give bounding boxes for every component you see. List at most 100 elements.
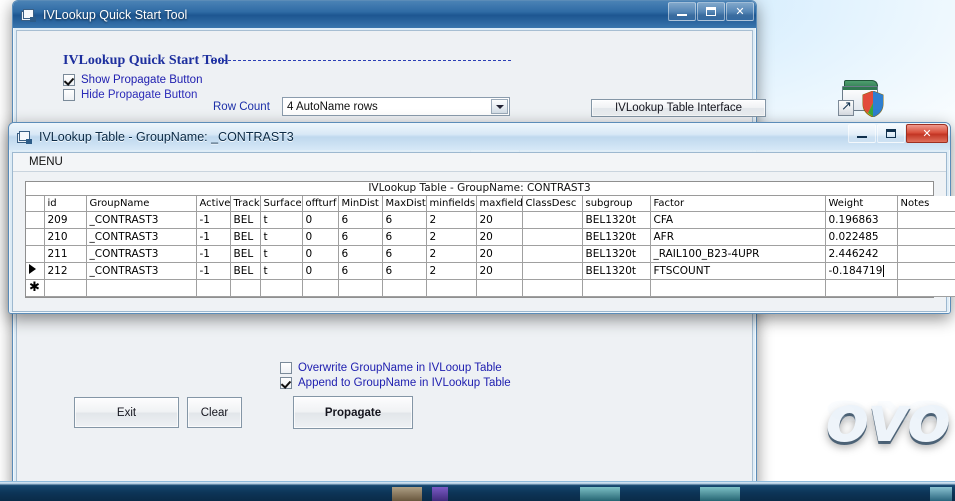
cell-notes[interactable] — [897, 279, 955, 297]
cell-id[interactable] — [44, 279, 87, 297]
cell-factor[interactable]: _RAIL100_B23-4UPR — [650, 245, 826, 263]
new-row-selector[interactable]: ✱ — [26, 279, 45, 297]
main-window-titlebar[interactable]: IVLookup Quick Start Tool ✕ — [13, 1, 756, 28]
cell-maxdist[interactable]: 6 — [382, 228, 427, 246]
data-grid[interactable]: IVLookup Table - GroupName: CONTRAST3 id… — [25, 181, 955, 298]
minimize-button[interactable] — [848, 124, 876, 143]
cell-mindist[interactable]: 6 — [338, 211, 383, 229]
col-header-maxfield[interactable]: maxfield — [476, 196, 523, 212]
row-selector[interactable] — [26, 228, 45, 246]
cell-id[interactable]: 212 — [44, 262, 87, 280]
cell-id[interactable]: 210 — [44, 228, 87, 246]
cell-minfields[interactable]: 2 — [426, 228, 477, 246]
hide-propagate-checkbox-row[interactable]: Hide Propagate Button — [63, 89, 228, 101]
cell-maxdist[interactable]: 6 — [382, 245, 427, 263]
table-row[interactable]: 209 _CONTRAST3 -1 BEL t 0 6 6 2 20 BEL13… — [26, 211, 955, 229]
cell-minfields[interactable]: 2 — [426, 245, 477, 263]
col-header-id[interactable]: id — [44, 196, 87, 212]
cell-factor[interactable]: FTSCOUNT — [650, 262, 826, 280]
col-header-offturf[interactable]: offturf — [302, 196, 339, 212]
cell-minfields[interactable]: 2 — [426, 211, 477, 229]
cell-id[interactable]: 209 — [44, 211, 87, 229]
row-count-combobox[interactable]: 4 AutoName rows — [282, 97, 510, 116]
cell-track[interactable] — [230, 279, 261, 297]
menu-item-menu[interactable]: MENU — [23, 155, 69, 169]
table-row[interactable]: 211 _CONTRAST3 -1 BEL t 0 6 6 2 20 BEL13… — [26, 245, 955, 263]
overwrite-checkbox-row[interactable]: Overwrite GroupName in IVLooup Table — [280, 362, 511, 374]
cell-notes[interactable] — [897, 228, 955, 246]
cell-mindist[interactable]: 6 — [338, 228, 383, 246]
maximize-button[interactable] — [877, 124, 905, 143]
cell-classdesc[interactable] — [522, 228, 583, 246]
cell-offturf[interactable] — [302, 279, 339, 297]
col-header-factor[interactable]: Factor — [650, 196, 826, 212]
append-groupname-checkbox[interactable] — [280, 377, 292, 389]
cell-surface[interactable]: t — [260, 211, 303, 229]
cell-maxdist[interactable]: 6 — [382, 211, 427, 229]
cell-active[interactable]: -1 — [196, 262, 231, 280]
cell-weight[interactable] — [825, 279, 898, 297]
cell-track[interactable]: BEL — [230, 228, 261, 246]
cell-minfields[interactable] — [426, 279, 477, 297]
col-header-active[interactable]: Active — [196, 196, 231, 212]
table-window-titlebar[interactable]: IVLookup Table - GroupName: _CONTRAST3 ✕ — [9, 123, 950, 150]
cell-notes[interactable] — [897, 262, 955, 280]
col-header-groupname[interactable]: GroupName — [86, 196, 197, 212]
cell-maxdist[interactable]: 6 — [382, 262, 427, 280]
cell-offturf[interactable]: 0 — [302, 228, 339, 246]
cell-classdesc[interactable] — [522, 279, 583, 297]
cell-subgroup[interactable]: BEL1320t — [582, 211, 651, 229]
ivlookup-table-interface-button[interactable]: IVLookup Table Interface — [591, 99, 766, 117]
cell-minfields[interactable]: 2 — [426, 262, 477, 280]
table-window-controls[interactable]: ✕ — [847, 124, 948, 143]
taskbar-item-4[interactable] — [700, 487, 740, 501]
cell-track[interactable]: BEL — [230, 245, 261, 263]
minimize-button[interactable] — [668, 2, 696, 21]
row-selector-current[interactable] — [26, 262, 45, 280]
col-header-mindist[interactable]: MinDist — [338, 196, 383, 212]
show-propagate-checkbox[interactable] — [63, 74, 75, 86]
cell-classdesc[interactable] — [522, 262, 583, 280]
cell-subgroup[interactable]: BEL1320t — [582, 228, 651, 246]
cell-groupname[interactable]: _CONTRAST3 — [86, 228, 197, 246]
ivlookup-table-window[interactable]: IVLookup Table - GroupName: _CONTRAST3 ✕… — [8, 122, 955, 314]
show-propagate-checkbox-row[interactable]: Show Propagate Button — [63, 74, 228, 86]
cell-active[interactable]: -1 — [196, 228, 231, 246]
cell-mindist[interactable]: 6 — [338, 262, 383, 280]
propagate-button[interactable]: Propagate — [293, 396, 413, 429]
append-checkbox-row[interactable]: Append to GroupName in IVLookup Table — [280, 377, 511, 389]
cell-weight[interactable]: 0.196863 — [825, 211, 898, 229]
table-row-new[interactable]: ✱ — [26, 279, 955, 297]
cell-maxfield[interactable] — [476, 279, 523, 297]
cell-track[interactable]: BEL — [230, 211, 261, 229]
col-header-weight[interactable]: Weight — [825, 196, 898, 212]
folder-shield-shortcut-icon[interactable] — [838, 78, 886, 124]
cell-offturf[interactable]: 0 — [302, 211, 339, 229]
cell-factor[interactable] — [650, 279, 826, 297]
cell-maxfield[interactable]: 20 — [476, 211, 523, 229]
cell-track[interactable]: BEL — [230, 262, 261, 280]
hide-propagate-checkbox[interactable] — [63, 89, 75, 101]
cell-maxdist[interactable] — [382, 279, 427, 297]
cell-surface[interactable]: t — [260, 228, 303, 246]
cell-surface[interactable]: t — [260, 245, 303, 263]
col-header-subgroup[interactable]: subgroup — [582, 196, 651, 212]
col-header-notes[interactable]: Notes — [897, 196, 955, 212]
cell-groupname[interactable] — [86, 279, 197, 297]
cell-notes[interactable] — [897, 245, 955, 263]
close-button[interactable]: ✕ — [906, 124, 948, 143]
cell-mindist[interactable] — [338, 279, 383, 297]
cell-maxfield[interactable]: 20 — [476, 245, 523, 263]
clear-button[interactable]: Clear — [187, 397, 242, 428]
exit-button[interactable]: Exit — [74, 397, 179, 428]
ivlookup-data-table[interactable]: id GroupName Active Track Surface offtur… — [26, 196, 955, 297]
cell-weight[interactable]: 0.022485 — [825, 228, 898, 246]
cell-maxfield[interactable]: 20 — [476, 228, 523, 246]
cell-active[interactable]: -1 — [196, 211, 231, 229]
cell-active[interactable] — [196, 279, 231, 297]
cell-notes[interactable] — [897, 211, 955, 229]
cell-mindist[interactable]: 6 — [338, 245, 383, 263]
cell-classdesc[interactable] — [522, 211, 583, 229]
row-selector[interactable] — [26, 245, 45, 263]
col-header-minfields[interactable]: minfields — [426, 196, 477, 212]
